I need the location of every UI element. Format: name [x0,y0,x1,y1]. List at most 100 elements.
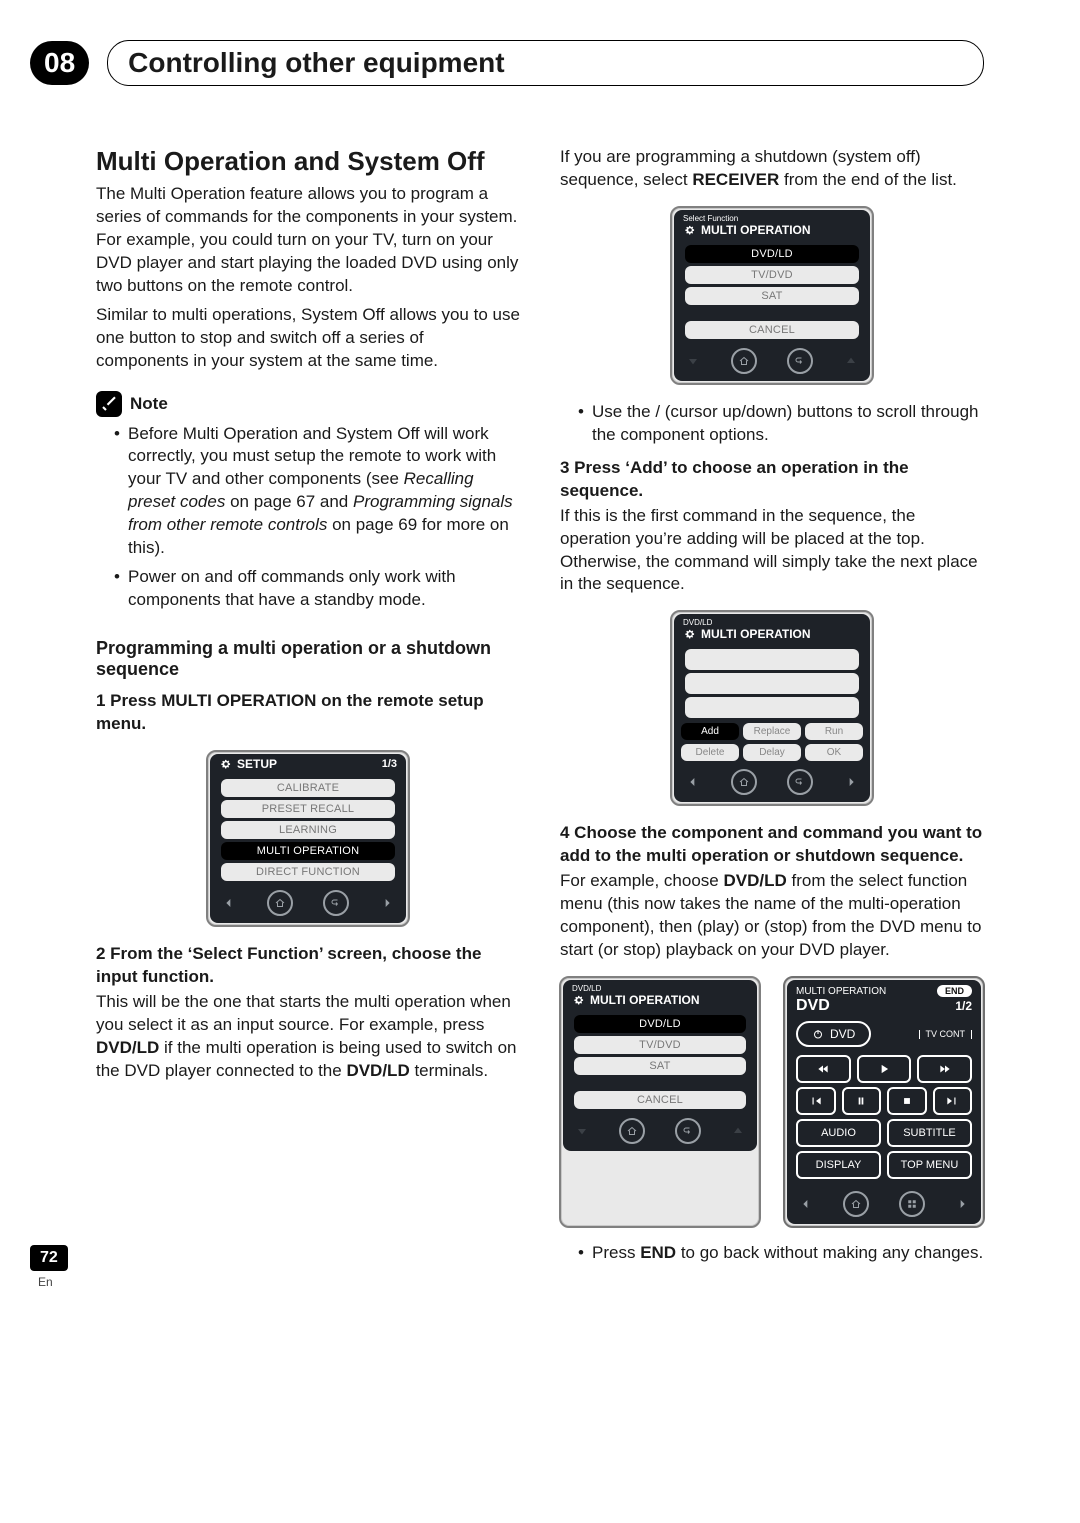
delete-button[interactable]: Delete [681,744,739,761]
cancel-button[interactable]: CANCEL [685,321,859,339]
ok-button[interactable]: OK [805,744,863,761]
menu-grid-icon[interactable] [899,1191,925,1217]
bold-text: RECEIVER [692,170,779,189]
subsection-title: Programming a multi operation or a shutd… [96,638,520,680]
remote-screen-select-function-2: DVD/LD MULTI OPERATION DVD/LD TV/DVD SAT [559,976,761,1228]
audio-button[interactable]: AUDIO [796,1119,881,1147]
step-2-title: 2 From the ‘Select Function’ screen, cho… [96,943,520,989]
back-icon[interactable] [787,348,813,374]
back-icon[interactable] [675,1118,701,1144]
home-icon[interactable] [619,1118,645,1144]
tip-bullet: Use the / (cursor up/down) buttons to sc… [578,401,984,447]
home-icon[interactable] [267,890,293,916]
arrow-left-icon[interactable] [221,895,237,911]
step-3-title: 3 Press ‘Add’ to choose an operation in … [560,457,984,503]
lcd-page-indicator: 1/3 [382,758,397,770]
arrow-right-icon[interactable] [379,895,395,911]
remote-screen-select-function: Select Function MULTI OPERATION DVD/LD T… [670,206,874,385]
text: DVD [830,1027,855,1041]
text: on page 67 and [230,492,353,511]
text: to go back without making any changes. [681,1243,983,1262]
end-badge[interactable]: END [937,985,972,997]
right-intro: If you are programming a shutdown (syste… [560,146,984,192]
left-column: Multi Operation and System Off The Multi… [96,146,520,1271]
text: This will be the one that starts the mul… [96,992,511,1034]
step-1-title: 1 Press MULTI OPERATION on the remote se… [96,690,520,736]
top-menu-button[interactable]: TOP MENU [887,1151,972,1179]
home-icon[interactable] [731,769,757,795]
lcd-title: SETUP [237,757,277,771]
tv-cont-label: TV CONT [919,1030,973,1039]
dvd-pre-title: MULTI OPERATION [796,986,886,997]
chapter-number: 08 [30,41,89,85]
text: For example, choose [560,871,723,890]
arrow-down-icon[interactable] [574,1123,590,1139]
next-track-button[interactable] [933,1087,973,1115]
menu-item[interactable]: PRESET RECALL [221,800,395,818]
lcd-title: MULTI OPERATION [701,627,811,641]
note-bullet: Before Multi Operation and System Off wi… [114,423,520,561]
bold-text: DVD/LD [723,871,786,890]
menu-item[interactable]: LEARNING [221,821,395,839]
arrow-right-icon[interactable] [843,774,859,790]
text: from the end of the list. [784,170,957,189]
menu-item-selected[interactable]: DVD/LD [685,245,859,263]
dvd-title: DVD [796,997,830,1015]
remote-screen-add: DVD/LD MULTI OPERATION Add Re [670,610,874,806]
arrow-right-icon[interactable] [954,1196,970,1212]
text: Press [592,1243,640,1262]
home-icon[interactable] [731,348,757,374]
menu-item[interactable]: SAT [685,287,859,305]
language-code: En [38,1275,53,1289]
add-button[interactable]: Add [681,723,739,740]
menu-item[interactable]: CALIBRATE [221,779,395,797]
subtitle-button[interactable]: SUBTITLE [887,1119,972,1147]
intro-paragraph: The Multi Operation feature allows you t… [96,183,520,298]
display-button[interactable]: DISPLAY [796,1151,881,1179]
replace-button[interactable]: Replace [743,723,801,740]
arrow-left-icon[interactable] [685,774,701,790]
arrow-updown-text: / [655,402,664,421]
back-icon[interactable] [323,890,349,916]
text: terminals. [414,1061,488,1080]
note-label: Note [130,394,168,414]
menu-item[interactable]: DIRECT FUNCTION [221,863,395,881]
gear-icon [683,627,697,641]
menu-item[interactable]: SAT [574,1057,746,1075]
run-button[interactable]: Run [805,723,863,740]
empty-slot [685,673,859,694]
rewind-button[interactable] [796,1055,851,1083]
prev-track-button[interactable] [796,1087,836,1115]
home-icon[interactable] [843,1191,869,1217]
pause-button[interactable] [842,1087,882,1115]
empty-slot [685,649,859,670]
menu-item[interactable]: TV/DVD [685,266,859,284]
gear-icon [219,757,233,771]
cancel-button[interactable]: CANCEL [574,1091,746,1109]
section-title: Multi Operation and System Off [96,146,520,177]
arrow-up-icon[interactable] [730,1123,746,1139]
menu-item-selected[interactable]: DVD/LD [574,1015,746,1033]
step-4-title: 4 Choose the component and command you w… [560,822,984,868]
lcd-breadcrumb: Select Function [677,213,867,223]
right-column: If you are programming a shutdown (syste… [560,146,984,1271]
arrow-left-icon[interactable] [798,1196,814,1212]
back-icon[interactable] [787,769,813,795]
note-icon [96,391,122,417]
menu-item[interactable]: TV/DVD [574,1036,746,1054]
step-4-body: For example, choose DVD/LD from the sele… [560,870,984,962]
bold-text: DVD/LD [346,1061,409,1080]
menu-item-selected[interactable]: MULTI OPERATION [221,842,395,860]
step-3-body: If this is the first command in the sequ… [560,505,984,597]
bold-text: END [640,1243,676,1262]
stop-button[interactable] [887,1087,927,1115]
delay-button[interactable]: Delay [743,744,801,761]
play-button[interactable] [857,1055,912,1083]
text: Use the [592,402,655,421]
gear-icon [683,223,697,237]
arrow-down-icon[interactable] [685,353,701,369]
dvd-page-indicator: 1/2 [955,999,972,1013]
dvd-power-button[interactable]: DVD [796,1021,871,1047]
fast-forward-button[interactable] [917,1055,972,1083]
arrow-up-icon[interactable] [843,353,859,369]
